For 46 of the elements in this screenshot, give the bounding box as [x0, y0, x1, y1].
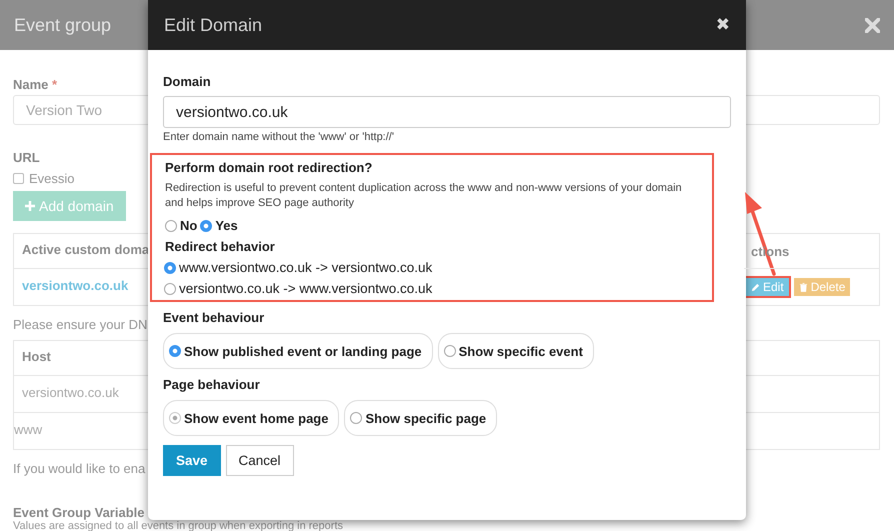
help-text: Enter domain name without the 'www' or 'http://'	[163, 131, 395, 143]
close-button[interactable]: ✖	[716, 15, 730, 35]
pencil-icon	[751, 282, 760, 292]
radio-button[interactable]	[165, 220, 177, 232]
field-label: URL	[13, 150, 41, 165]
section-heading: Page behaviour	[163, 377, 261, 392]
radio-button[interactable]	[164, 262, 176, 274]
plus-icon	[25, 201, 35, 211]
modal-title: Edit Domain	[164, 14, 262, 36]
required-mark: *	[52, 77, 58, 92]
radio-label: Show event home page	[184, 410, 328, 426]
field-label: Domain	[163, 74, 212, 89]
radio-label: Yes	[215, 218, 238, 233]
table-cell: www	[14, 422, 42, 437]
radio-button[interactable]	[164, 282, 176, 294]
domain-field[interactable]: versiontwo.co.uk	[163, 96, 731, 128]
section-heading: Perform domain root redirection?	[165, 160, 374, 175]
radio-button[interactable]	[169, 345, 181, 357]
close-icon[interactable]	[865, 18, 880, 32]
checkbox[interactable]	[13, 173, 24, 184]
radio-label: Show specific event	[458, 344, 583, 358]
enable-note: If you would like to ena	[13, 461, 146, 476]
radio-option[interactable]: Show event home page	[163, 400, 340, 436]
radio-option[interactable]: Show specific page	[344, 400, 498, 436]
radio-label: Show published event or landing page	[184, 344, 422, 358]
cancel-button[interactable]: Cancel	[226, 445, 294, 476]
checkbox-label: Evessio	[29, 171, 75, 186]
variables-note: Values are assigned to all events in group when exporting in reports	[13, 520, 343, 531]
dns-note: Please ensure your DN	[13, 317, 148, 332]
field-label: Name	[13, 77, 48, 92]
radio-label: No	[180, 218, 198, 233]
radio-button[interactable]	[444, 345, 456, 357]
radio-button[interactable]	[169, 412, 181, 424]
trash-icon	[798, 282, 808, 292]
radio-label: Show specific page	[365, 410, 486, 426]
radio-button[interactable]	[200, 220, 212, 232]
section-heading: Event Group Variable	[13, 505, 146, 520]
radio-option[interactable]: Show published event or landing page	[163, 333, 433, 369]
radio-button[interactable]	[350, 412, 362, 424]
section-heading: Event behaviour	[163, 310, 266, 325]
table-cell: versiontwo.co.uk	[22, 385, 119, 400]
page-title: Event group	[14, 14, 112, 36]
radio-label: versiontwo.co.uk -> www.versiontwo.co.uk	[179, 281, 432, 296]
radio-option[interactable]: Show specific event	[438, 333, 594, 369]
section-heading: Redirect behavior	[165, 239, 276, 254]
description: Redirection is useful to prevent content duplication across the www and non-www versions of your domain and helps improve SEO page authority	[165, 181, 683, 211]
